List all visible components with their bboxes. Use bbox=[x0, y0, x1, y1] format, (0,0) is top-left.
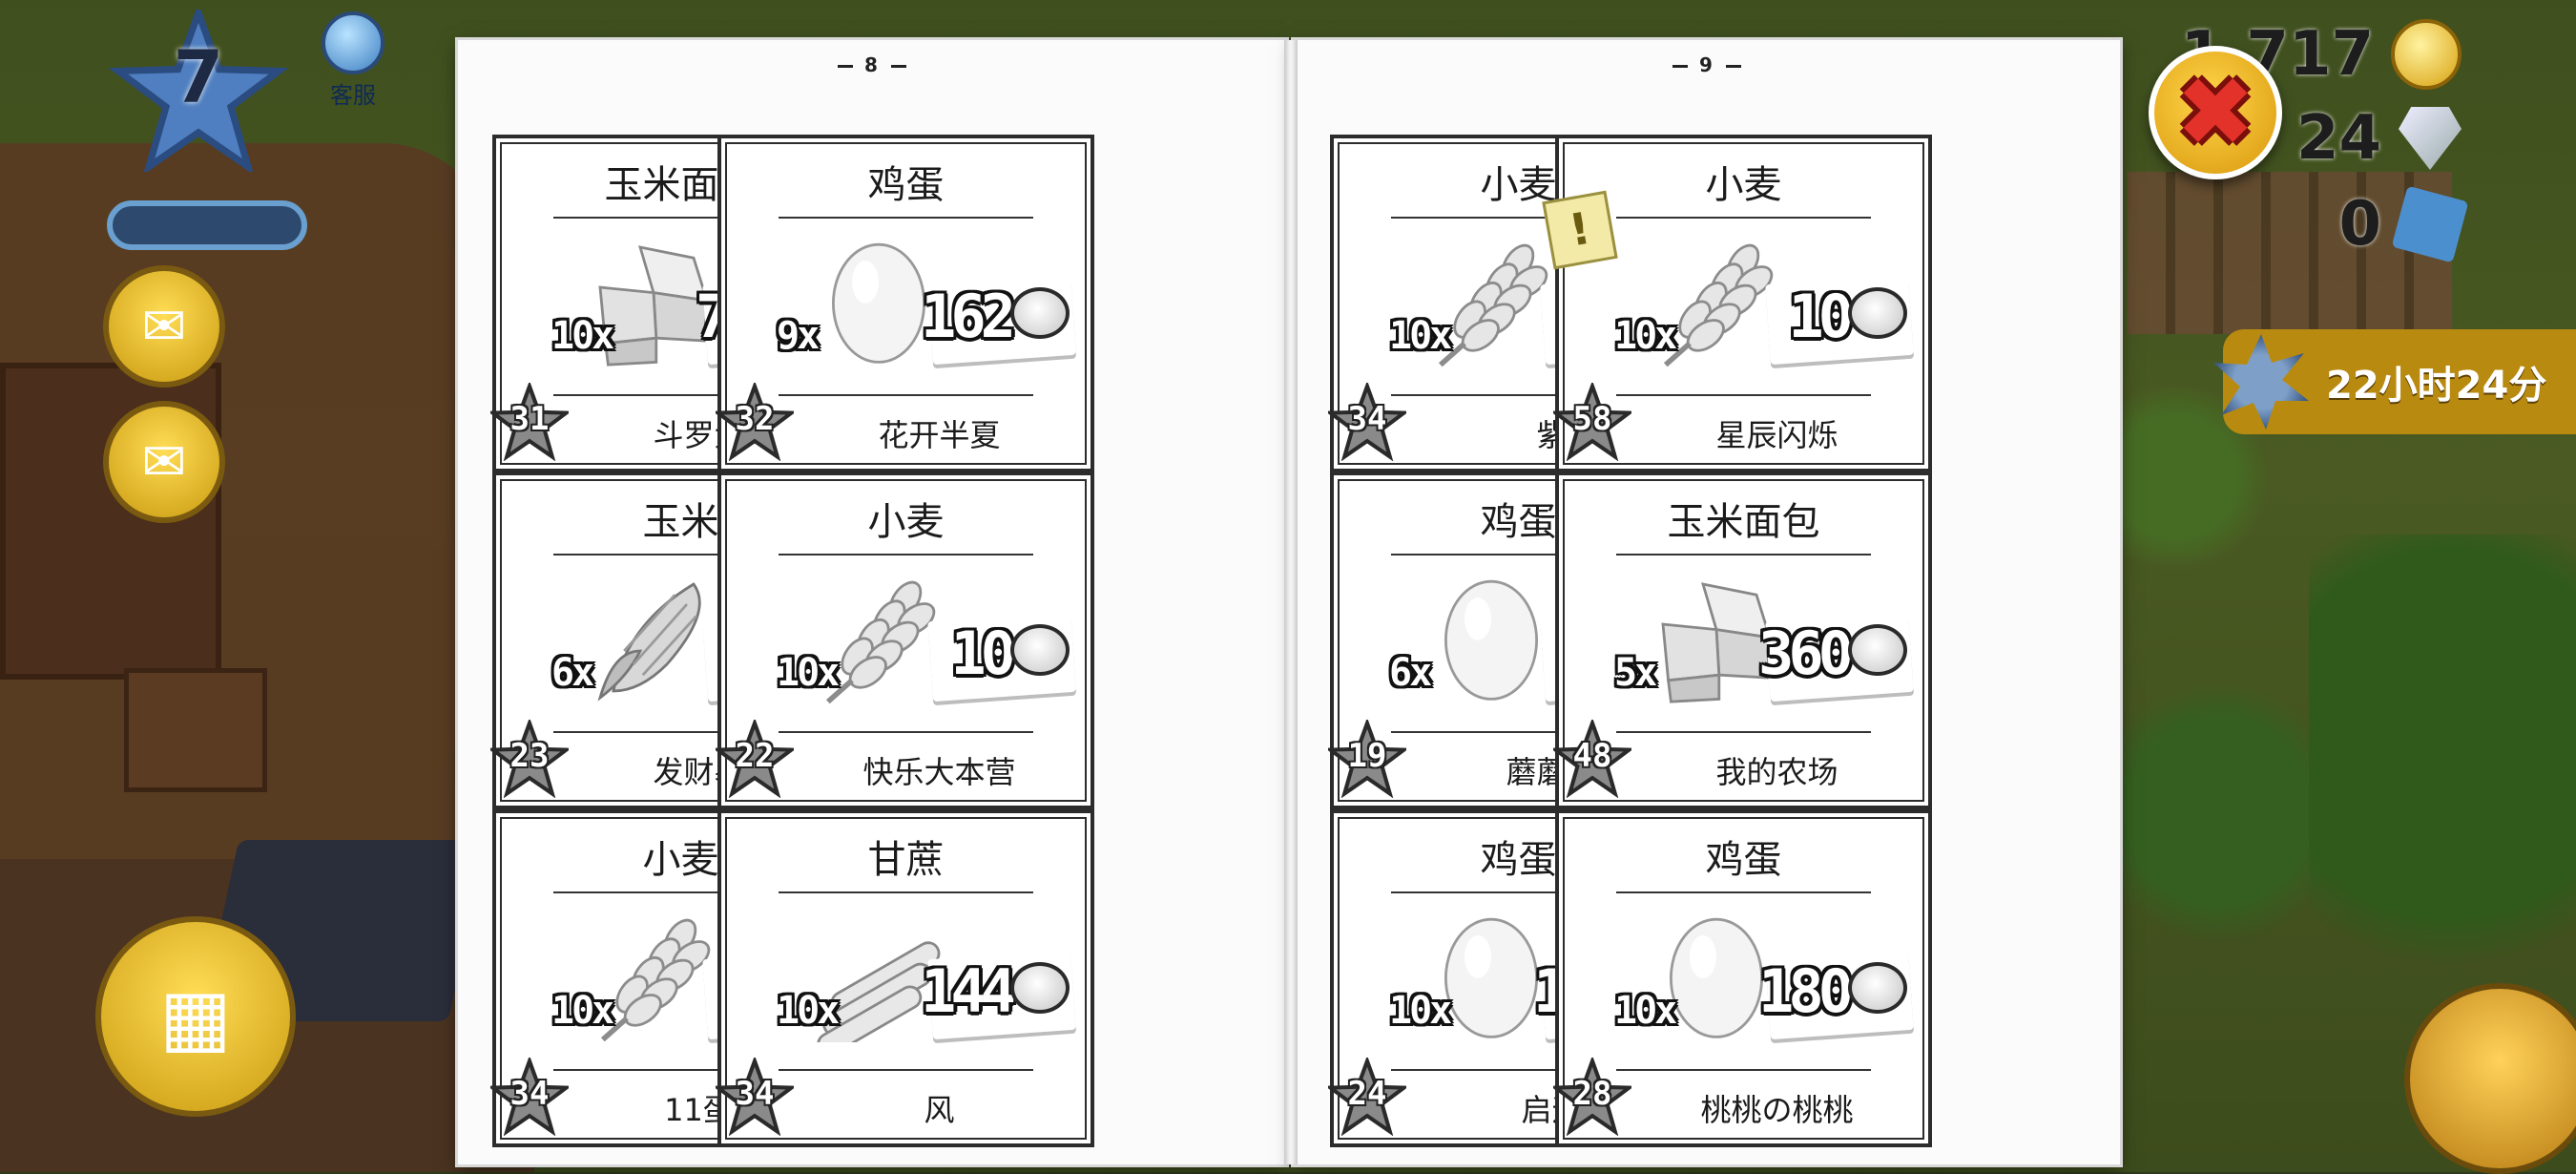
shop-button[interactable]: ▦ bbox=[95, 916, 296, 1117]
sale-card[interactable]: 小麦 10x 10 58 星辰闪烁! bbox=[1542, 134, 1932, 472]
item-price: 10 bbox=[1788, 281, 1854, 351]
item-quantity: 10x bbox=[777, 651, 840, 696]
item-quantity: 9x bbox=[777, 313, 820, 358]
item-name: 玉米面包 bbox=[1667, 500, 1820, 545]
item-price: 10 bbox=[950, 618, 1016, 689]
event-timer[interactable]: 22小时24分 bbox=[2213, 329, 2576, 434]
item-quantity: 10x bbox=[1614, 988, 1677, 1033]
coin-icon bbox=[1848, 961, 1907, 1014]
seller-level: 28 bbox=[1572, 1074, 1612, 1113]
coin-icon bbox=[2391, 19, 2462, 90]
item-name: 鸡蛋 bbox=[1705, 837, 1782, 882]
seller-name: 我的农场 bbox=[1715, 754, 1839, 791]
item-price: 180 bbox=[1758, 955, 1854, 1026]
event-badge-icon bbox=[2213, 334, 2309, 430]
newspaper-book: 8 9 玉米面包10x72031斗罗大陆鸡蛋9x16232花开半夏玉米6x432… bbox=[458, 40, 2120, 1164]
seller-level: 58 bbox=[1572, 399, 1612, 438]
coin-icon bbox=[1010, 961, 1070, 1014]
divider bbox=[1616, 393, 1871, 396]
item-quantity: 6x bbox=[551, 651, 594, 696]
sale-card[interactable]: 小麦 10x 10 22 快乐大本营 bbox=[712, 472, 1094, 810]
close-icon: ✖ bbox=[2175, 56, 2255, 168]
close-button[interactable]: ✖ bbox=[2149, 46, 2282, 179]
item-quantity: 10x bbox=[551, 313, 614, 358]
tree bbox=[2099, 668, 2337, 954]
diamonds-value: 24 bbox=[2296, 103, 2381, 174]
divider bbox=[779, 1068, 1033, 1071]
wooden-crate bbox=[124, 668, 267, 792]
item-name: 甘蔗 bbox=[867, 837, 945, 882]
customer-service-icon bbox=[322, 11, 384, 74]
item-quantity: 6x bbox=[1389, 651, 1432, 696]
divider bbox=[1616, 1068, 1871, 1071]
book-gutter bbox=[1284, 40, 1298, 1164]
divider bbox=[779, 554, 1033, 556]
item-quantity: 10x bbox=[777, 988, 840, 1033]
left-page-number: 8 bbox=[458, 53, 1286, 76]
item-price: 360 bbox=[1758, 618, 1854, 689]
seller-level: 34 bbox=[1347, 399, 1387, 438]
seller-level: 34 bbox=[735, 1074, 775, 1113]
seller-name: 桃桃の桃桃 bbox=[1700, 1091, 1854, 1128]
item-price: 144 bbox=[921, 955, 1016, 1026]
item-name: 小麦 bbox=[867, 500, 945, 545]
sale-card[interactable]: 鸡蛋 9x 162 32 花开半夏 bbox=[712, 134, 1094, 472]
item-quantity: 10x bbox=[1614, 313, 1677, 358]
divider bbox=[1616, 216, 1871, 219]
event-timer-text: 22小时24分 bbox=[2326, 364, 2547, 408]
item-quantity: 10x bbox=[1389, 313, 1452, 358]
sale-card[interactable]: 玉米面包 5x 360 48 我的农场 bbox=[1549, 472, 1932, 810]
seller-name: 花开半夏 bbox=[878, 416, 1001, 453]
divider bbox=[1616, 891, 1871, 893]
vouchers-counter: 0 bbox=[2338, 185, 2469, 263]
divider bbox=[779, 393, 1033, 396]
seller-level: 24 bbox=[1347, 1074, 1387, 1113]
mail-icon: ✉ bbox=[141, 430, 187, 493]
diamonds-counter: 24 bbox=[2296, 103, 2462, 174]
item-name: 小麦 bbox=[1705, 162, 1782, 207]
seller-name: 星辰闪烁 bbox=[1715, 416, 1839, 453]
divider bbox=[1616, 731, 1871, 734]
seller-level: 31 bbox=[509, 399, 550, 438]
tree bbox=[2309, 535, 2576, 1031]
alert-note-icon[interactable]: ! bbox=[1542, 190, 1618, 269]
item-name: 鸡蛋 bbox=[867, 162, 945, 207]
sale-card[interactable]: 甘蔗 10x 144 34 风 bbox=[712, 808, 1094, 1147]
cash-register-icon: ▦ bbox=[159, 972, 232, 1061]
sale-card[interactable]: 鸡蛋 10x 180 28 桃桃の桃桃 bbox=[1549, 808, 1932, 1147]
seller-level: 23 bbox=[509, 737, 550, 776]
divider bbox=[779, 891, 1033, 893]
friends-button[interactable]: ✉ bbox=[103, 265, 225, 388]
coin-icon bbox=[1848, 624, 1907, 677]
right-page-number: 9 bbox=[1294, 53, 2120, 76]
divider bbox=[779, 216, 1033, 219]
seller-level: 22 bbox=[735, 737, 775, 776]
friends-icon: ✉ bbox=[141, 295, 187, 358]
customer-service-label: 客服 bbox=[330, 82, 376, 109]
coin-icon bbox=[1010, 624, 1070, 677]
experience-bar bbox=[107, 200, 307, 250]
customer-service-button[interactable]: 客服 bbox=[315, 11, 391, 109]
item-quantity: 5x bbox=[1614, 651, 1657, 696]
seller-level: 48 bbox=[1572, 737, 1612, 776]
seller-name: 快乐大本营 bbox=[862, 754, 1016, 791]
item-quantity: 10x bbox=[1389, 988, 1452, 1033]
mail-button[interactable]: ✉ bbox=[103, 401, 225, 523]
player-level: 7 bbox=[173, 34, 224, 119]
seller-name: 风 bbox=[924, 1091, 955, 1128]
item-quantity: 10x bbox=[551, 988, 614, 1033]
divider bbox=[1616, 554, 1871, 556]
vouchers-value: 0 bbox=[2338, 189, 2381, 260]
seller-level: 32 bbox=[735, 399, 775, 438]
seller-level: 19 bbox=[1347, 737, 1387, 776]
divider bbox=[779, 731, 1033, 734]
coin-icon bbox=[1010, 286, 1070, 339]
item-price: 162 bbox=[921, 281, 1016, 351]
voucher-icon bbox=[2391, 185, 2469, 263]
seller-level: 34 bbox=[509, 1074, 550, 1113]
diamond-icon bbox=[2399, 107, 2462, 170]
coin-icon bbox=[1848, 286, 1907, 339]
